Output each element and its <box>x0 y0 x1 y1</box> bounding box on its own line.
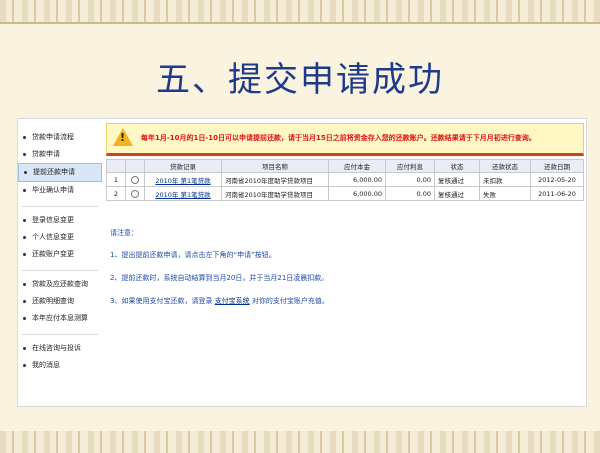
bullet-icon <box>23 189 26 192</box>
bullet-icon <box>23 219 26 222</box>
sidebar-item-loan-query[interactable]: 贷款及应还款查询 <box>18 276 102 293</box>
decorative-border-bottom <box>0 431 600 453</box>
column-header-record: 贷款记录 <box>144 159 222 173</box>
bullet-icon <box>24 171 27 174</box>
column-header-principal: 应付本金 <box>328 159 386 173</box>
loan-record-link[interactable]: 2010年 第1笔贷款 <box>144 172 222 187</box>
column-header-repay-status: 还款状态 <box>479 159 531 173</box>
note-1: 1、提出提前还款申请，请点击左下角的“申请”按钮。 <box>110 251 276 259</box>
sidebar-item-messages[interactable]: 我的消息 <box>18 357 102 374</box>
sidebar-item-loan-process[interactable]: 贷款申请流程 <box>18 129 102 146</box>
sidebar-group-account: 登录信息变更 个人信息变更 还款账户变更 <box>18 212 102 263</box>
principal: 6,000.00 <box>328 186 386 201</box>
loan-record-link[interactable]: 2010年 第1笔贷款 <box>144 186 222 201</box>
sidebar-item-label: 贷款及应还款查询 <box>32 280 88 288</box>
sidebar-item-label: 贷款申请 <box>32 150 60 158</box>
status: 复核通过 <box>434 186 480 201</box>
bullet-icon <box>23 300 26 303</box>
slide-title: 五、提交申请成功 <box>156 60 444 100</box>
repay-date: 2011-06-20 <box>530 186 584 201</box>
repay-status: 未扣款 <box>479 172 531 187</box>
sidebar-item-label: 个人信息变更 <box>32 233 74 241</box>
bullet-icon <box>23 253 26 256</box>
sidebar-item-login-info[interactable]: 登录信息变更 <box>18 212 102 229</box>
sidebar-divider <box>22 206 98 207</box>
sidebar-item-repay-account[interactable]: 还款账户变更 <box>18 246 102 263</box>
note-3: 3、如果使用支付宝还款，请登录 支付宝系统 对你的支付宝账户充值。 <box>110 296 329 306</box>
sidebar-item-label: 我的消息 <box>32 361 60 369</box>
interest: 0.00 <box>385 172 435 187</box>
sidebar-item-label: 毕业确认申请 <box>32 186 74 194</box>
sidebar-divider <box>22 334 98 335</box>
decorative-border-top <box>0 0 600 22</box>
notes-heading: 请注意： <box>110 229 138 237</box>
notes-section: 请注意： 1、提出提前还款申请，请点击左下角的“申请”按钮。 2、提前还款时，系… <box>110 228 329 319</box>
repayment-table: 贷款记录 项目名称 应付本金 应付利息 状态 还款状态 还款日期 1 2010年… <box>106 159 584 201</box>
sidebar-item-consult[interactable]: 在线咨询与投诉 <box>18 340 102 357</box>
sidebar-group-loan: 贷款申请流程 贷款申请 提前还款申请 毕业确认申请 <box>18 129 102 199</box>
note-3-text: 3、如果使用支付宝还款，请登录 <box>110 297 215 305</box>
sidebar-item-label: 提前还款申请 <box>33 168 75 176</box>
bullet-icon <box>23 317 26 320</box>
sidebar-item-label: 还款明细查询 <box>32 297 74 305</box>
sidebar-item-label: 贷款申请流程 <box>32 133 74 141</box>
bullet-icon <box>23 364 26 367</box>
repay-status: 失败 <box>479 186 531 201</box>
sidebar-item-early-repay[interactable]: 提前还款申请 <box>18 163 102 182</box>
table-header-row: 贷款记录 项目名称 应付本金 应付利息 状态 还款状态 还款日期 <box>106 159 584 173</box>
warning-text: 每年1月-10月的1日-10日可以申请提前还款，请于当月15日之前将资金存入您的… <box>141 134 536 142</box>
sidebar-group-support: 在线咨询与投诉 我的消息 <box>18 340 102 374</box>
column-header-date: 还款日期 <box>530 159 584 173</box>
note-2: 2、提前还款时，系统自动结算到当月20日，并于当月21日凌晨扣款。 <box>110 274 329 282</box>
screenshot-frame: 贷款申请流程 贷款申请 提前还款申请 毕业确认申请 登录信息变更 个人信息变更 … <box>17 118 587 407</box>
sidebar-item-personal-info[interactable]: 个人信息变更 <box>18 229 102 246</box>
sidebar-item-label: 登录信息变更 <box>32 216 74 224</box>
sidebar-item-interest-calc[interactable]: 本年应付本息测算 <box>18 310 102 327</box>
row-select-radio[interactable] <box>125 186 145 201</box>
bullet-icon <box>23 347 26 350</box>
sidebar: 贷款申请流程 贷款申请 提前还款申请 毕业确认申请 登录信息变更 个人信息变更 … <box>18 119 102 406</box>
status: 复核通过 <box>434 172 480 187</box>
alipay-link[interactable]: 支付宝系统 <box>215 297 250 305</box>
sidebar-item-label: 还款账户变更 <box>32 250 74 258</box>
border-line-top <box>0 22 600 24</box>
bullet-icon <box>23 136 26 139</box>
row-number: 1 <box>106 172 126 187</box>
row-number: 2 <box>106 186 126 201</box>
column-header-project: 项目名称 <box>221 159 329 173</box>
project-name: 河南省2010年度助学贷款项目 <box>221 172 329 187</box>
sidebar-item-loan-apply[interactable]: 贷款申请 <box>18 146 102 163</box>
sidebar-item-repay-detail[interactable]: 还款明细查询 <box>18 293 102 310</box>
bullet-icon <box>23 236 26 239</box>
column-header-interest: 应付利息 <box>385 159 435 173</box>
warning-banner: ! 每年1月-10月的1日-10日可以申请提前还款，请于当月15日之前将资金存入… <box>106 123 584 156</box>
principal: 6,000.00 <box>328 172 386 187</box>
repay-date: 2012-05-20 <box>530 172 584 187</box>
table-row: 1 2010年 第1笔贷款 河南省2010年度助学贷款项目 6,000.00 0… <box>106 172 584 187</box>
sidebar-divider <box>22 270 98 271</box>
interest: 0.00 <box>385 186 435 201</box>
column-header-status: 状态 <box>434 159 480 173</box>
exclamation-mark: ! <box>120 131 126 144</box>
row-select-radio[interactable] <box>125 172 145 187</box>
sidebar-item-graduation[interactable]: 毕业确认申请 <box>18 182 102 199</box>
sidebar-group-query: 贷款及应还款查询 还款明细查询 本年应付本息测算 <box>18 276 102 327</box>
column-header-no <box>106 159 126 173</box>
sidebar-item-label: 在线咨询与投诉 <box>32 344 81 352</box>
radio-icon[interactable] <box>131 175 139 184</box>
table-row: 2 2010年 第1笔贷款 河南省2010年度助学贷款项目 6,000.00 0… <box>106 186 584 201</box>
radio-icon[interactable] <box>131 189 139 198</box>
note-3-text-end: 对你的支付宝账户充值。 <box>249 297 329 305</box>
bullet-icon <box>23 153 26 156</box>
column-header-select <box>125 159 145 173</box>
main-content: ! 每年1月-10月的1日-10日可以申请提前还款，请于当月15日之前将资金存入… <box>106 123 584 403</box>
project-name: 河南省2010年度助学贷款项目 <box>221 186 329 201</box>
sidebar-item-label: 本年应付本息测算 <box>32 314 88 322</box>
bullet-icon <box>23 283 26 286</box>
